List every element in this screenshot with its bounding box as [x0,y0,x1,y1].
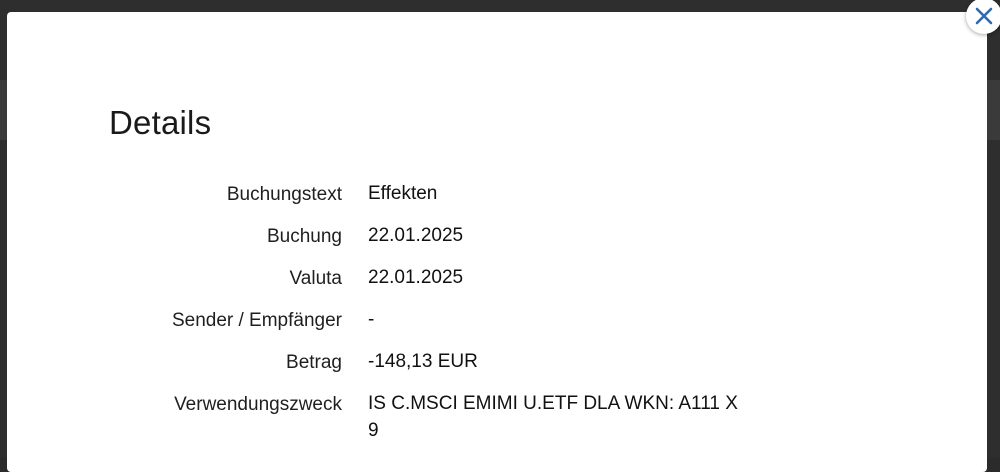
detail-label: Betrag [286,352,342,373]
detail-label: Buchung [266,226,342,247]
detail-label: Buchungstext [226,184,342,205]
detail-row-betrag: Betrag -148,13 EUR [7,351,987,394]
detail-row-buchungstext: Buchungstext Effekten [7,183,987,226]
detail-value: - [368,309,375,330]
detail-row-sender-empfaenger: Sender / Empfänger - [7,309,987,352]
details-modal: Details Buchungstext Effekten Buchung 22… [7,12,987,472]
detail-value: -148,13 EUR [368,351,478,372]
detail-row-buchung: Buchung 22.01.2025 [7,225,987,268]
detail-row-valuta: Valuta 22.01.2025 [7,267,987,310]
detail-value: IS C.MSCI EMIMI U.ETF DLA WKN: A111 X9 [368,393,738,441]
detail-label: Valuta [289,268,342,289]
close-button[interactable] [966,0,1000,34]
detail-value: Effekten [368,183,438,204]
detail-value: 22.01.2025 [368,267,464,288]
detail-value: 22.01.2025 [368,225,464,246]
close-icon [975,7,993,25]
detail-row-verwendungszweck: Verwendungszweck IS C.MSCI EMIMI U.ETF D… [7,393,987,454]
modal-title: Details [109,104,212,141]
detail-label: Sender / Empfänger [171,310,342,331]
details-list: Buchungstext Effekten Buchung 22.01.2025… [7,183,987,454]
detail-label: Verwendungszweck [174,394,342,415]
